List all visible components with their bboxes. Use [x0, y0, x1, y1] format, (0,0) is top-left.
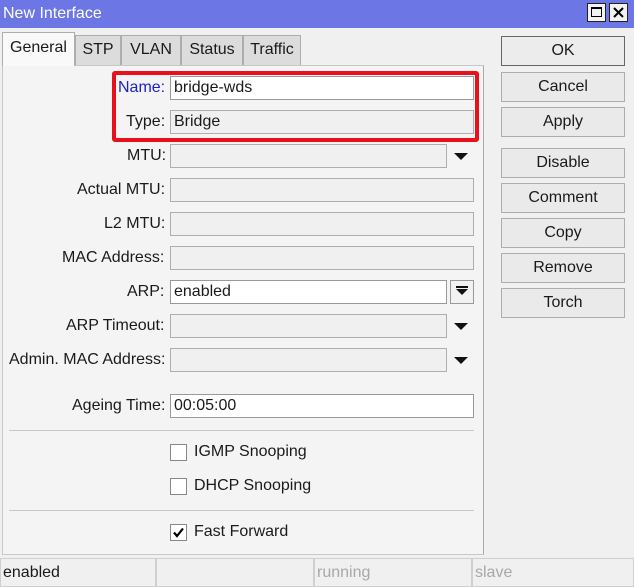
- dhcp-snooping-checkbox[interactable]: [170, 478, 187, 495]
- dhcp-snooping-label: DHCP Snooping: [194, 477, 312, 494]
- highlight-box: [112, 71, 479, 142]
- status-empty: [156, 558, 314, 587]
- actual-mtu-label: Actual MTU:: [77, 181, 166, 198]
- mtu-label: MTU:: [127, 147, 167, 164]
- title-bar[interactable]: New Interface: [0, 0, 634, 28]
- ageing-time-field[interactable]: 00:05:00: [170, 394, 474, 418]
- ageing-time-label: Ageing Time:: [72, 397, 166, 414]
- fast-forward-checkbox[interactable]: [170, 524, 187, 541]
- status-bar: enabled running slave: [0, 558, 634, 587]
- tab-vlan[interactable]: VLAN: [121, 35, 181, 65]
- tab-traffic[interactable]: Traffic: [243, 35, 301, 65]
- l2-mtu-field: [170, 212, 474, 236]
- arp-timeout-field[interactable]: [170, 314, 447, 338]
- remove-button[interactable]: Remove: [501, 253, 625, 283]
- igmp-snooping-label: IGMP Snooping: [194, 443, 307, 460]
- admin-mac-field[interactable]: [170, 348, 447, 372]
- mtu-field[interactable]: [170, 144, 447, 168]
- fast-forward-label: Fast Forward: [194, 523, 289, 540]
- status-running: running: [314, 558, 472, 587]
- arp-field[interactable]: enabled: [170, 280, 447, 304]
- maximize-icon[interactable]: [587, 3, 606, 22]
- tab-general[interactable]: General: [2, 32, 75, 66]
- mac-address-label: MAC Address:: [62, 249, 165, 266]
- disable-button[interactable]: Disable: [501, 148, 625, 178]
- tab-stp[interactable]: STP: [75, 35, 121, 65]
- close-icon[interactable]: [609, 3, 628, 22]
- admin-mac-label: Admin. MAC Address:: [9, 351, 166, 368]
- divider: [9, 510, 474, 511]
- torch-button[interactable]: Torch: [501, 288, 625, 318]
- checkmark-icon: [173, 527, 184, 538]
- admin-mac-dropdown-icon[interactable]: [450, 348, 472, 372]
- comment-button[interactable]: Comment: [501, 183, 625, 213]
- copy-button[interactable]: Copy: [501, 218, 625, 248]
- status-enabled: enabled: [0, 558, 156, 587]
- mac-address-field: [170, 246, 474, 270]
- divider: [9, 430, 474, 431]
- l2-mtu-label: L2 MTU:: [104, 215, 166, 232]
- window-title: New Interface: [3, 5, 102, 22]
- cancel-button[interactable]: Cancel: [501, 72, 625, 102]
- tab-status[interactable]: Status: [181, 35, 243, 65]
- arp-dropdown-icon[interactable]: [450, 280, 474, 304]
- actual-mtu-field: [170, 178, 474, 202]
- arp-label: ARP:: [127, 283, 165, 300]
- igmp-snooping-checkbox[interactable]: [170, 444, 187, 461]
- status-slave: slave: [472, 558, 634, 587]
- arp-timeout-label: ARP Timeout:: [66, 317, 165, 334]
- ok-button[interactable]: OK: [501, 36, 625, 66]
- apply-button[interactable]: Apply: [501, 107, 625, 137]
- mtu-dropdown-icon[interactable]: [450, 144, 472, 168]
- arp-timeout-dropdown-icon[interactable]: [450, 314, 472, 338]
